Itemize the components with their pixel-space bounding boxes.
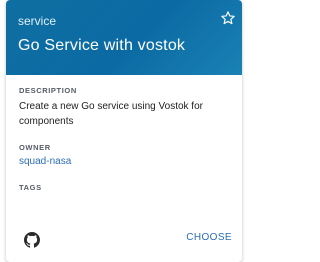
choose-button[interactable]: CHOOSE (186, 232, 232, 243)
owner-link[interactable]: squad-nasa (19, 156, 71, 167)
description-text: Create a new Go service using Vostok for… (19, 101, 203, 127)
description-label: DESCRIPTION (19, 86, 77, 95)
github-icon[interactable] (24, 232, 40, 248)
owner-label: OWNER (19, 143, 51, 152)
tags-label: TAGS (19, 183, 42, 192)
card-title: Go Service with vostok (18, 37, 186, 54)
star-icon[interactable] (220, 10, 236, 26)
template-card: service Go Service with vostok DESCRIPTI… (6, 0, 242, 262)
card-header: service Go Service with vostok (6, 0, 242, 75)
template-type: service (18, 14, 57, 28)
